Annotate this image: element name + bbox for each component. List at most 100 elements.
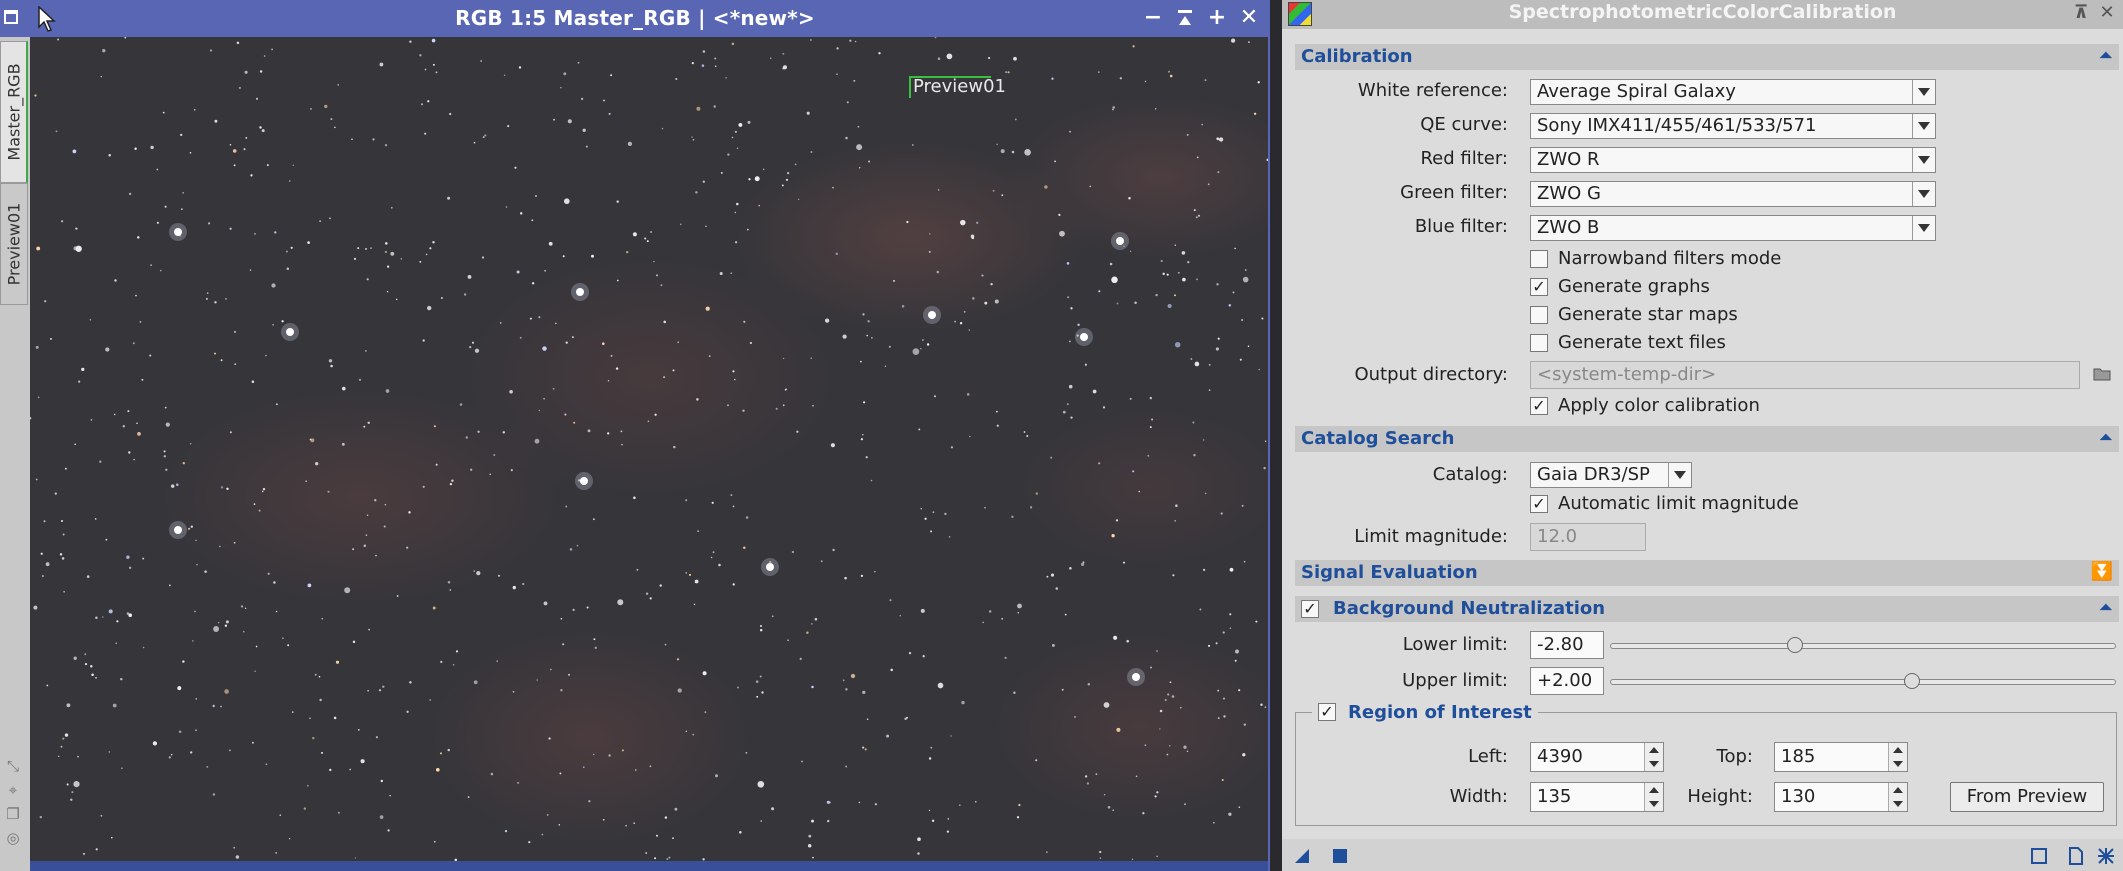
collapse-icon[interactable]: ⏶ bbox=[2099, 45, 2113, 66]
clone-icon[interactable]: ❐ bbox=[4, 805, 22, 823]
chevron-down-icon[interactable] bbox=[1912, 148, 1935, 172]
auto-limit-checkbox[interactable]: ✓ bbox=[1530, 495, 1548, 513]
star bbox=[863, 401, 866, 404]
star bbox=[287, 644, 290, 647]
star bbox=[113, 413, 116, 416]
star bbox=[334, 126, 336, 129]
lower-limit-slider-handle[interactable] bbox=[1786, 637, 1803, 653]
catalog-search-section-header[interactable]: Catalog Search ⏶ bbox=[1295, 426, 2119, 452]
output-directory-field[interactable]: <system-temp-dir> bbox=[1530, 361, 2080, 389]
collapse-icon[interactable]: ⏶ bbox=[2099, 427, 2113, 448]
spin-arrows-icon[interactable] bbox=[1644, 783, 1663, 811]
generate-graphs-checkbox[interactable]: ✓ bbox=[1530, 278, 1548, 296]
star bbox=[937, 57, 941, 60]
chevron-down-icon[interactable] bbox=[1912, 114, 1935, 138]
star bbox=[534, 438, 540, 444]
target-icon[interactable]: ◎ bbox=[4, 829, 22, 847]
star bbox=[676, 658, 680, 661]
maximize-icon[interactable]: + bbox=[1204, 5, 1230, 31]
preferences-icon[interactable] bbox=[2096, 846, 2116, 866]
chevron-down-icon[interactable] bbox=[1912, 80, 1935, 104]
qe-curve-combo[interactable]: Sony IMX411/455/461/533/571 bbox=[1530, 113, 1936, 139]
crosshair-icon[interactable]: ⌖ bbox=[4, 781, 22, 799]
star bbox=[988, 610, 992, 613]
white-reference-combo[interactable]: Average Spiral Galaxy bbox=[1530, 79, 1936, 105]
expand-icon[interactable]: ⏬ bbox=[2091, 561, 2113, 582]
star bbox=[1175, 504, 1178, 507]
close-icon[interactable]: ✕ bbox=[1236, 5, 1262, 31]
star bbox=[259, 126, 262, 129]
generate-star-maps-checkbox[interactable] bbox=[1530, 306, 1548, 324]
chevron-down-icon[interactable] bbox=[1912, 216, 1935, 240]
star bbox=[281, 320, 284, 323]
lower-limit-slider[interactable] bbox=[1610, 637, 2116, 653]
folder-icon[interactable] bbox=[2092, 364, 2112, 384]
collapse-icon[interactable]: ⏶ bbox=[2099, 597, 2113, 618]
tab-preview01[interactable]: Preview01 bbox=[0, 183, 28, 305]
star bbox=[655, 274, 659, 277]
lower-limit-field[interactable]: -2.80 bbox=[1530, 631, 1604, 659]
upper-limit-slider-handle[interactable] bbox=[1903, 673, 1920, 689]
star-field-image[interactable] bbox=[30, 37, 1268, 861]
minimize-icon[interactable]: − bbox=[1140, 5, 1166, 31]
star bbox=[497, 574, 501, 577]
image-window-titlebar[interactable]: RGB 1:5 Master_RGB | <*new*> − + ✕ bbox=[0, 0, 1270, 37]
star bbox=[1135, 775, 1138, 778]
generate-text-files-checkbox[interactable] bbox=[1530, 334, 1548, 352]
roi-height-spinbox[interactable]: 130 bbox=[1774, 782, 1908, 812]
spin-arrows-icon[interactable] bbox=[1644, 743, 1663, 771]
upper-limit-slider[interactable] bbox=[1610, 673, 2116, 689]
signal-evaluation-section-header[interactable]: Signal Evaluation ⏬ bbox=[1295, 560, 2119, 586]
star bbox=[824, 318, 830, 323]
green-filter-combo[interactable]: ZWO G bbox=[1530, 181, 1936, 207]
roi-left-spinbox[interactable]: 4390 bbox=[1530, 742, 1664, 772]
background-neutralization-section-header[interactable]: ✓ Background Neutralization ⏶ bbox=[1295, 596, 2119, 622]
star bbox=[384, 250, 388, 254]
star bbox=[337, 811, 340, 814]
star bbox=[620, 430, 623, 433]
star bbox=[858, 801, 861, 804]
chevron-down-icon[interactable] bbox=[1912, 182, 1935, 206]
star bbox=[745, 516, 749, 519]
upper-limit-field[interactable]: +2.00 bbox=[1530, 667, 1604, 695]
blue-filter-combo[interactable]: ZWO B bbox=[1530, 215, 1936, 241]
red-filter-combo[interactable]: ZWO R bbox=[1530, 147, 1936, 173]
spin-arrows-icon[interactable] bbox=[1888, 743, 1907, 771]
roi-top-spinbox[interactable]: 185 bbox=[1774, 742, 1908, 772]
close-panel-icon[interactable]: ✕ bbox=[2096, 2, 2118, 24]
apply-global-icon[interactable] bbox=[1330, 846, 1350, 866]
apply-color-checkbox[interactable]: ✓ bbox=[1530, 397, 1548, 415]
background-neutralization-checkbox[interactable]: ✓ bbox=[1301, 600, 1319, 618]
spin-arrows-icon[interactable] bbox=[1888, 783, 1907, 811]
roi-height-label: Height: bbox=[1687, 786, 1753, 807]
calibration-section-header[interactable]: Calibration ⏶ bbox=[1295, 44, 2119, 70]
narrowband-checkbox[interactable] bbox=[1530, 250, 1548, 268]
star bbox=[517, 781, 520, 784]
star bbox=[755, 680, 759, 683]
star bbox=[731, 42, 735, 46]
tab-master-rgb[interactable]: Master_RGB bbox=[0, 41, 28, 183]
star bbox=[249, 269, 252, 271]
region-of-interest-header[interactable]: ✓ Region of Interest bbox=[1312, 700, 1538, 726]
star bbox=[762, 168, 765, 171]
star bbox=[754, 176, 760, 182]
new-instance-icon[interactable] bbox=[1292, 846, 1312, 866]
zoom-fit-icon[interactable]: ⤡ bbox=[4, 757, 22, 775]
bright-star bbox=[1132, 673, 1140, 681]
shade-icon[interactable] bbox=[1172, 5, 1198, 31]
browse-docs-icon[interactable] bbox=[2029, 846, 2049, 866]
chevron-down-icon[interactable] bbox=[1668, 463, 1691, 487]
star bbox=[602, 818, 605, 821]
star bbox=[379, 62, 384, 67]
star bbox=[701, 64, 705, 67]
region-of-interest-checkbox[interactable]: ✓ bbox=[1318, 703, 1336, 721]
star bbox=[996, 143, 998, 146]
limit-magnitude-field[interactable]: 12.0 bbox=[1530, 523, 1646, 551]
roi-width-spinbox[interactable]: 135 bbox=[1530, 782, 1664, 812]
catalog-combo[interactable]: Gaia DR3/SP bbox=[1530, 462, 1692, 488]
reset-icon[interactable] bbox=[2066, 846, 2086, 866]
panel-titlebar[interactable]: SpectrophotometricColorCalibration ⊼ ✕ bbox=[1282, 0, 2123, 29]
shade-panel-icon[interactable]: ⊼ bbox=[2070, 2, 2092, 24]
from-preview-button[interactable]: From Preview bbox=[1950, 782, 2104, 812]
image-window-right-border[interactable] bbox=[1268, 37, 1270, 871]
